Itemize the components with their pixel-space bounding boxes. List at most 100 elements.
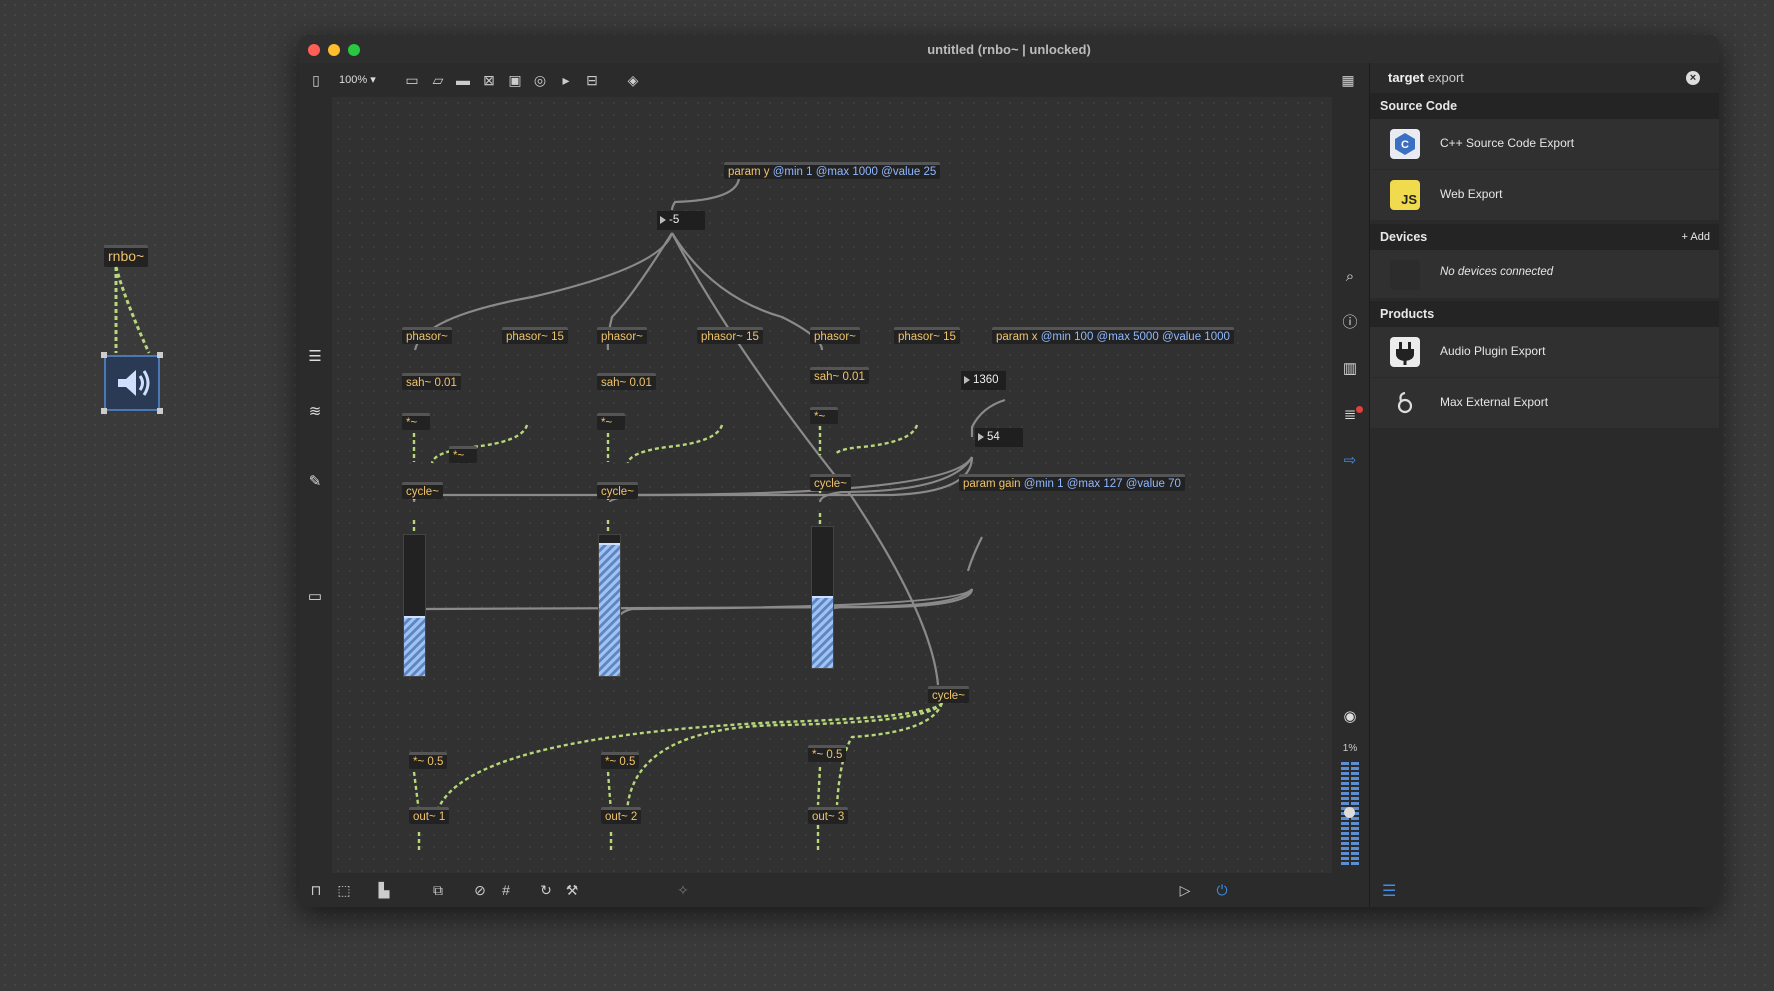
max-external-export-row[interactable]: Max External Export: [1370, 378, 1719, 428]
phasor15-object-3[interactable]: phasor~ 15: [894, 327, 960, 344]
multiply-object-2[interactable]: *~: [597, 413, 625, 430]
phasor15-object-2[interactable]: phasor~ 15: [697, 327, 763, 344]
multiply-half-object-2[interactable]: *~ 0.5: [601, 752, 640, 769]
multiply-half-object-3[interactable]: *~ 0.5: [808, 745, 847, 762]
audio-plugin-export-row[interactable]: Audio Plugin Export: [1370, 327, 1719, 377]
export-icon[interactable]: ⇨: [1340, 451, 1360, 471]
refresh-icon[interactable]: ↻: [537, 881, 555, 899]
toggle-object-icon[interactable]: ▣: [506, 71, 524, 89]
mute-icon[interactable]: ⊘: [471, 881, 489, 899]
number-box-54[interactable]: 54: [975, 428, 1023, 447]
number-box-neg5[interactable]: -5: [657, 211, 705, 230]
out-object-1[interactable]: out~ 1: [409, 807, 450, 824]
bottom-toolbar: ⊓ ⬚ ▙ ⧉ ⊘ # ↻ ⚒ ✧ ▷ ⏻: [299, 873, 1369, 907]
js-logo-icon: JS: [1390, 180, 1420, 210]
multiply-object-extra[interactable]: *~: [449, 446, 477, 463]
volume-knob[interactable]: [1344, 807, 1355, 818]
number-box-1360[interactable]: 1360: [961, 371, 1006, 390]
grid-view-icon[interactable]: ▦: [1339, 71, 1357, 89]
phasor15-object-1[interactable]: phasor~ 15: [502, 327, 568, 344]
cycle-object-4[interactable]: cycle~: [928, 686, 969, 703]
chevron-down-icon: ▾: [370, 74, 376, 86]
gain-slider-2[interactable]: [598, 534, 621, 677]
target-selector[interactable]: target export: [1388, 70, 1464, 85]
audio-plugin-export-label: Audio Plugin Export: [1440, 344, 1546, 358]
lock-icon[interactable]: ⊓: [307, 881, 325, 899]
add-device-button[interactable]: + Add: [1682, 224, 1710, 250]
param-y-min: @min 1: [772, 166, 813, 178]
speaker-icon: [118, 370, 150, 396]
message-box-icon[interactable]: ▱: [429, 71, 447, 89]
no-devices-label: No devices connected: [1440, 266, 1554, 278]
svg-text:C: C: [1401, 139, 1409, 151]
phasor-object-3[interactable]: phasor~: [810, 327, 860, 344]
sah-object-2[interactable]: sah~ 0.01: [597, 373, 656, 390]
resize-handle[interactable]: [157, 352, 163, 358]
book-icon[interactable]: ▥: [1340, 359, 1360, 379]
object-box-icon[interactable]: ▭: [403, 71, 421, 89]
param-x-value: @value 1000: [1161, 331, 1230, 343]
window-title: untitled (rnbo~ | unlocked): [927, 42, 1091, 57]
paperclip-icon[interactable]: ✎: [305, 472, 325, 492]
close-icon[interactable]: ×: [1686, 71, 1700, 85]
presentation-mode-icon[interactable]: ⬚: [335, 881, 353, 899]
cpp-logo-icon: C: [1390, 129, 1420, 159]
param-gain-object[interactable]: param gain @min 1 @max 127 @value 70: [959, 474, 1185, 491]
devices-header: Devices + Add: [1370, 224, 1719, 250]
products-header: Products: [1370, 301, 1719, 327]
plug-icon: [1390, 337, 1420, 367]
sah-object-3[interactable]: sah~ 0.01: [810, 367, 869, 384]
multiply-object-3[interactable]: *~: [810, 407, 838, 424]
button-object-icon[interactable]: ⊠: [480, 71, 498, 89]
out-object-2[interactable]: out~ 2: [601, 807, 642, 824]
presentation-icon[interactable]: ▭: [305, 587, 325, 607]
sah-object-1[interactable]: sah~ 0.01: [402, 373, 461, 390]
cycle-object-3[interactable]: cycle~: [810, 474, 851, 491]
param-y-max: @max 1000: [815, 166, 878, 178]
paint-bucket-icon[interactable]: ◈: [624, 71, 642, 89]
cycle-object-2[interactable]: cycle~: [597, 482, 638, 499]
phasor-object-1[interactable]: phasor~: [402, 327, 452, 344]
duplicate-icon[interactable]: ⧉: [429, 881, 447, 899]
resize-handle[interactable]: [157, 408, 163, 414]
resize-handle[interactable]: [101, 352, 107, 358]
phasor-object-2[interactable]: phasor~: [597, 327, 647, 344]
info-icon[interactable]: ⓘ: [1340, 313, 1360, 333]
gain-slider-3[interactable]: [811, 526, 834, 669]
menu-icon[interactable]: ☰: [305, 347, 325, 367]
comment-icon[interactable]: ▬: [454, 71, 472, 89]
patch-canvas[interactable]: param y @min 1 @max 1000 @value 25 -5 ph…: [332, 97, 1332, 873]
new-object-icon[interactable]: ▙: [375, 881, 393, 899]
cpu-readout: 1%: [1342, 743, 1358, 754]
power-icon[interactable]: ⏻: [1213, 881, 1231, 899]
number-object-icon[interactable]: ▸: [557, 71, 575, 89]
sidebar-toggle-icon[interactable]: ▯: [307, 71, 325, 89]
slider-fill: [599, 542, 620, 676]
slider-object-icon[interactable]: ⊟: [583, 71, 601, 89]
rnbo-patcher-window: untitled (rnbo~ | unlocked) ▯ 100% ▾ ▭ ▱…: [299, 35, 1719, 907]
debug-icon[interactable]: ⚒: [563, 881, 581, 899]
multiply-half-object-1[interactable]: *~ 0.5: [409, 752, 448, 769]
param-gain-min: @min 1: [1023, 478, 1064, 490]
gain-slider-1[interactable]: [403, 534, 426, 677]
grid-icon[interactable]: #: [497, 881, 515, 899]
play-icon[interactable]: ▷: [1176, 881, 1194, 899]
cycle-object-1[interactable]: cycle~: [402, 482, 443, 499]
bang-object-icon[interactable]: ◎: [531, 71, 549, 89]
source-code-header: Source Code: [1370, 93, 1719, 119]
multiply-object-1[interactable]: *~: [402, 413, 430, 430]
param-x-object[interactable]: param x @min 100 @max 5000 @value 1000: [992, 327, 1234, 344]
list-view-icon[interactable]: ☰: [1382, 881, 1396, 901]
layers-icon[interactable]: ≋: [305, 402, 325, 422]
param-y-object[interactable]: param y @min 1 @max 1000 @value 25: [724, 162, 941, 179]
dac-speaker-object[interactable]: [104, 355, 160, 411]
target-value: export: [1427, 70, 1464, 85]
zoom-dropdown[interactable]: 100% ▾: [339, 73, 376, 86]
cpp-export-row[interactable]: C C++ Source Code Export: [1370, 119, 1719, 169]
search-icon[interactable]: ⌕: [1340, 267, 1360, 287]
resize-handle[interactable]: [101, 408, 107, 414]
web-export-row[interactable]: JS Web Export: [1370, 170, 1719, 220]
disc-icon[interactable]: ◉: [1340, 707, 1360, 727]
out-object-3[interactable]: out~ 3: [808, 807, 849, 824]
wand-icon[interactable]: ✧: [674, 881, 692, 899]
